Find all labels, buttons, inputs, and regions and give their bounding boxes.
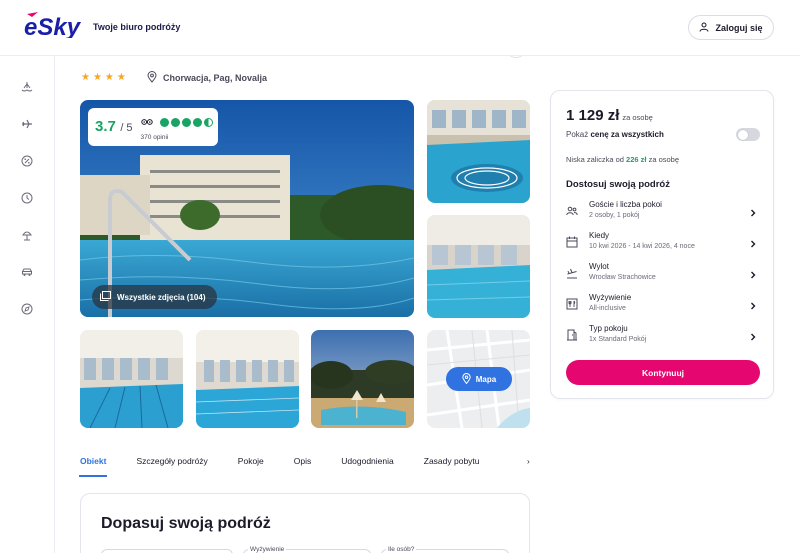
tab-zasady-pobytu[interactable]: Zasady pobytu xyxy=(424,450,480,474)
location-pin-icon xyxy=(147,71,157,85)
option-label: Typ pokoju xyxy=(589,324,628,333)
option-value: Wrocław Strachowice xyxy=(589,274,656,281)
deposit-info: Niska zaliczka od 226 zł za osobę xyxy=(566,155,679,164)
beach-umbrella-icon[interactable] xyxy=(20,228,34,242)
option-label: Wylot xyxy=(589,262,609,271)
continue-button[interactable]: Kontynuuj xyxy=(566,360,760,385)
car-icon[interactable] xyxy=(20,265,34,279)
thumb-photo-pool-1[interactable] xyxy=(80,330,183,428)
top-header: eSky Twoje biuro podróży Zaloguj się xyxy=(0,0,800,56)
login-label: Zaloguj się xyxy=(715,22,763,33)
deposit-amount: 226 zł xyxy=(626,155,647,164)
field-1[interactable] xyxy=(101,549,233,553)
option-label: Kiedy xyxy=(589,231,610,240)
plane-icon[interactable] xyxy=(20,117,34,131)
percent-badge-icon[interactable] xyxy=(20,154,34,168)
deposit-prefix: Niska zaliczka od xyxy=(566,155,624,164)
all-photos-label: Wszystkie zdjęcia (104) xyxy=(117,292,206,302)
option-meal[interactable]: Wyżywienie All-inclusive xyxy=(566,292,761,318)
thumb-photo-indoor-pool[interactable] xyxy=(427,100,530,203)
svg-text:eSky: eSky xyxy=(24,14,82,38)
calendar-icon xyxy=(566,235,578,248)
option-departure[interactable]: Wylot Wrocław Strachowice xyxy=(566,261,761,287)
user-icon xyxy=(699,22,709,34)
option-dates[interactable]: Kiedy 10 kwi 2026 - 14 kwi 2026, 4 noce xyxy=(566,230,761,256)
meal-field-label: Wyżywienie xyxy=(248,546,287,553)
guests-field-label: Ile osób? xyxy=(386,546,417,553)
gallery-icon xyxy=(100,291,111,303)
tagline: Twoje biuro podróży xyxy=(93,22,181,32)
ferry-icon[interactable] xyxy=(20,80,34,94)
option-room-type[interactable]: Typ pokoju 1x Standard Pokój xyxy=(566,323,761,349)
map-label: Mapa xyxy=(475,374,497,384)
deposit-suffix: za osobę xyxy=(648,155,680,164)
price-per-person: za osobę xyxy=(622,113,653,122)
rating-dot xyxy=(181,117,191,127)
door-icon xyxy=(566,328,578,341)
thumb-photo-evening-pool[interactable] xyxy=(311,330,414,428)
tab-obiekt[interactable]: Obiekt xyxy=(78,450,108,477)
total-price-toggle[interactable] xyxy=(736,128,760,141)
tab-opis[interactable]: Opis xyxy=(294,450,311,474)
option-value: 1x Standard Pokój xyxy=(589,336,647,343)
rating-dot xyxy=(192,117,202,127)
tab-overflow[interactable]: › xyxy=(527,457,530,467)
customize-trip-title: Dostosuj swoją podróż xyxy=(566,179,670,190)
rating-dot xyxy=(159,117,169,127)
chevron-right-icon xyxy=(749,205,757,217)
option-label: Wyżywienie xyxy=(589,293,632,302)
chevron-right-icon xyxy=(749,236,757,248)
meal-icon xyxy=(566,297,578,310)
all-photos-button[interactable]: Wszystkie zdjęcia (104) xyxy=(92,285,218,309)
rating-scale: / 5 xyxy=(120,122,133,134)
section-tabs: Obiekt Szczegóły podróży Pokoje Opis Udo… xyxy=(78,450,510,477)
tab-szczegoly-podrozy[interactable]: Szczegóły podróży xyxy=(136,450,207,474)
total-bold: cenę za wszystkich xyxy=(590,130,664,139)
tripadvisor-owl-icon xyxy=(140,113,153,131)
show-total-price: Pokaż cenę za wszystkich xyxy=(566,130,664,139)
thumb-photo-pool-hall[interactable] xyxy=(427,215,530,318)
adjust-trip-panel: Dopasuj swoją podróż Wyżywienie Ile osób… xyxy=(80,493,530,553)
tab-pokoje[interactable]: Pokoje xyxy=(238,450,264,474)
hotel-stars: ★★★★ xyxy=(81,72,129,83)
price: 1 129 zł xyxy=(566,107,620,124)
option-value: All-inclusive xyxy=(589,305,626,312)
option-value: 10 kwi 2026 - 14 kwi 2026, 4 noce xyxy=(589,243,695,250)
sidebar xyxy=(0,56,55,553)
chevron-right-icon xyxy=(749,267,757,279)
rating-dot-half xyxy=(203,117,213,127)
hotel-location[interactable]: Chorwacja, Pag, Novalja xyxy=(147,71,267,85)
map-button[interactable]: Mapa xyxy=(446,367,512,391)
login-button[interactable]: Zaloguj się xyxy=(688,15,774,40)
rating-score: 3.7 xyxy=(95,118,116,135)
location-label: Chorwacja, Pag, Novalja xyxy=(163,73,268,83)
thumb-photo-pool-2[interactable] xyxy=(196,330,299,428)
clock-icon[interactable] xyxy=(20,191,34,205)
guests-icon xyxy=(566,204,578,216)
booking-card: 1 129 zł za osobę Pokaż cenę za wszystki… xyxy=(550,90,774,399)
rating-card[interactable]: 3.7 / 5 370 opinii xyxy=(88,108,218,146)
adjust-trip-title: Dopasuj swoją podróż xyxy=(101,515,271,532)
chevron-right-icon xyxy=(749,329,757,341)
total-prefix: Pokaż xyxy=(566,130,589,139)
map-pin-icon xyxy=(462,372,471,386)
takeoff-icon xyxy=(566,266,578,279)
option-label: Goście i liczba pokoi xyxy=(589,200,662,209)
chevron-right-icon xyxy=(749,298,757,310)
option-guests[interactable]: Goście i liczba pokoi 2 osoby, 1 pokój xyxy=(566,199,761,225)
esky-logo[interactable]: eSky xyxy=(24,12,82,38)
compass-icon[interactable] xyxy=(20,302,34,316)
review-count: 370 opinii xyxy=(140,134,169,141)
tab-udogodnienia[interactable]: Udogodnienia xyxy=(341,450,393,474)
option-value: 2 osoby, 1 pokój xyxy=(589,212,640,219)
rating-dot xyxy=(170,117,180,127)
